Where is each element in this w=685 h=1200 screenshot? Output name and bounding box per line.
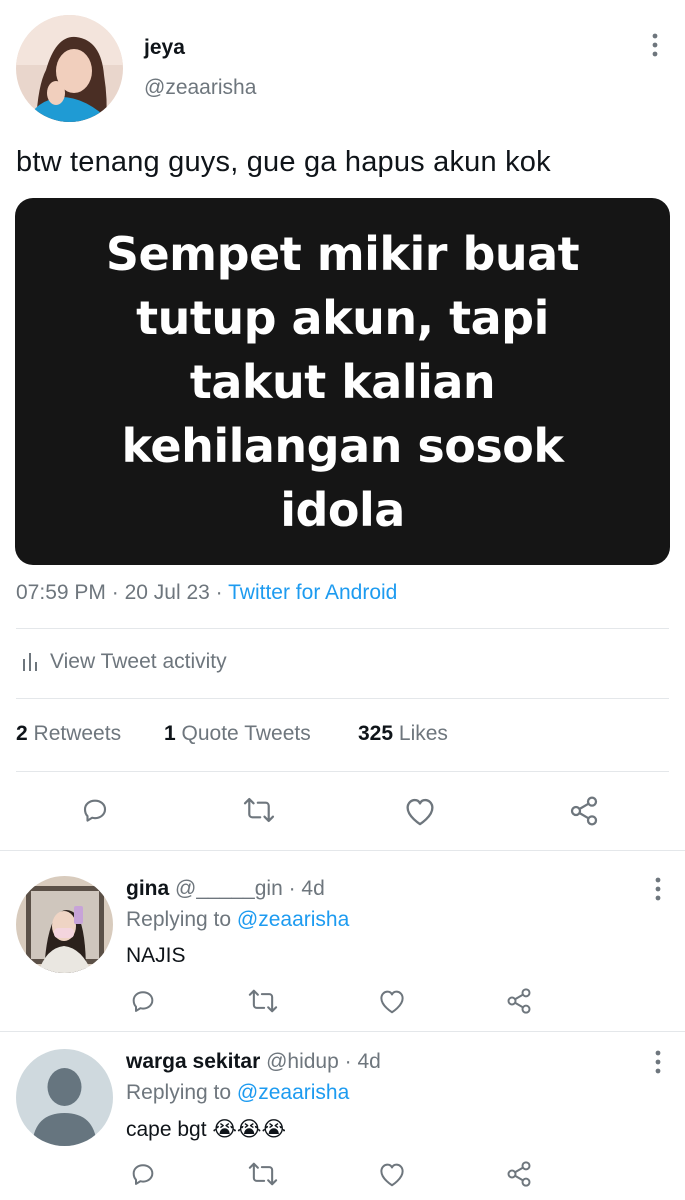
tweet-image-text: Sempet mikir buat tutup akun, tapi takut… — [105, 226, 580, 537]
retweet-icon[interactable] — [247, 987, 279, 1015]
divider — [16, 628, 669, 629]
divider — [16, 771, 669, 772]
author-avatar[interactable] — [16, 15, 123, 122]
like-icon[interactable] — [377, 1160, 407, 1188]
tweet-image[interactable]: Sempet mikir buat tutup akun, tapi takut… — [15, 198, 670, 565]
default-avatar-icon[interactable] — [16, 1049, 113, 1146]
reply-icon[interactable] — [129, 1160, 157, 1188]
tweet-client-link[interactable]: Twitter for Android — [228, 581, 397, 604]
reply-author-handle[interactable]: @_____gin — [175, 877, 283, 900]
share-icon[interactable] — [505, 987, 533, 1015]
view-activity-link[interactable]: View Tweet activity — [22, 650, 227, 674]
more-vertical-icon[interactable] — [646, 1050, 670, 1074]
divider — [0, 1031, 685, 1032]
replying-to-line: Replying to @zeaarisha — [126, 1081, 350, 1104]
reply-author-name[interactable]: warga sekitar — [126, 1050, 260, 1073]
reply-author-name[interactable]: gina — [126, 877, 169, 900]
tweet-meta: 07:59 PM · 20 Jul 23 · Twitter for Andro… — [16, 581, 398, 604]
replying-to-line: Replying to @zeaarisha — [126, 908, 350, 931]
more-vertical-icon[interactable] — [643, 33, 667, 57]
retweets-stat[interactable]: 2 Retweets — [16, 722, 121, 746]
tweet-date: 20 Jul 23 — [124, 581, 210, 604]
author-handle[interactable]: @zeaarisha — [144, 76, 256, 100]
share-icon[interactable] — [505, 1160, 533, 1188]
like-icon[interactable] — [377, 987, 407, 1015]
reply-age: · 4d — [344, 1050, 381, 1073]
reply-author-handle[interactable]: @hidup — [266, 1050, 339, 1073]
replying-to-link[interactable]: @zeaarisha — [237, 908, 349, 931]
share-icon[interactable] — [568, 795, 600, 827]
more-vertical-icon[interactable] — [646, 877, 670, 901]
reply-icon[interactable] — [129, 987, 157, 1015]
reply-text: NAJIS — [126, 944, 186, 967]
tweet-time: 07:59 PM — [16, 581, 106, 604]
divider — [16, 698, 669, 699]
retweet-icon[interactable] — [247, 1160, 279, 1188]
reply-header: gina @_____gin · 4d — [126, 877, 325, 901]
retweet-icon[interactable] — [242, 795, 276, 825]
author-name[interactable]: jeya — [144, 36, 185, 60]
bar-chart-icon — [22, 651, 38, 673]
divider — [0, 850, 685, 851]
likes-stat[interactable]: 325 Likes — [358, 722, 448, 746]
view-activity-label: View Tweet activity — [50, 650, 227, 673]
reply-avatar[interactable] — [16, 876, 113, 973]
quote-tweets-stat[interactable]: 1 Quote Tweets — [164, 722, 311, 746]
reply-age: · 4d — [288, 877, 325, 900]
replying-to-link[interactable]: @zeaarisha — [237, 1081, 349, 1104]
reply-icon[interactable] — [80, 795, 110, 825]
reply-text: cape bgt 😭😭😭 — [126, 1118, 287, 1141]
like-icon[interactable] — [402, 795, 438, 827]
tweet-text: btw tenang guys, gue ga hapus akun kok — [16, 146, 551, 178]
reply-header: warga sekitar @hidup · 4d — [126, 1050, 381, 1074]
